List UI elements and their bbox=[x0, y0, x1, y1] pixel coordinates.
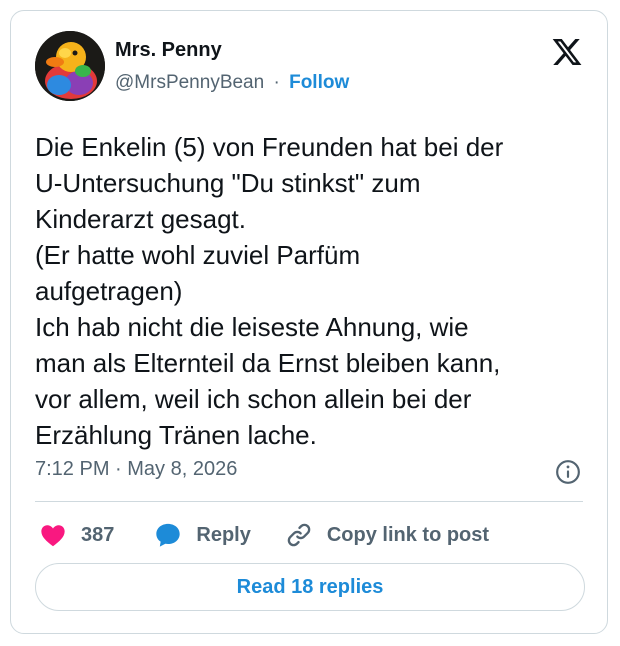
info-icon[interactable] bbox=[555, 459, 581, 485]
tweet-text: Die Enkelin (5) von Freunden hat bei der… bbox=[35, 132, 504, 450]
author-name[interactable]: Mrs. Penny bbox=[115, 39, 222, 62]
like-count: 387 bbox=[81, 523, 115, 546]
action-bar: 387 Reply Copy link to post bbox=[39, 519, 489, 551]
tweet-timestamp[interactable]: 7:12 PM · May 8, 2026 bbox=[35, 458, 237, 481]
author-handle[interactable]: @MrsPennyBean bbox=[115, 72, 264, 93]
separator-dot: · bbox=[273, 72, 280, 93]
handle-row: @MrsPennyBean · Follow bbox=[115, 72, 349, 94]
avatar[interactable] bbox=[35, 31, 105, 101]
follow-button[interactable]: Follow bbox=[289, 72, 349, 93]
x-logo-icon[interactable] bbox=[551, 36, 583, 68]
reply-label: Reply bbox=[196, 523, 251, 546]
reply-button[interactable]: Reply bbox=[154, 521, 251, 549]
copy-link-button[interactable]: Copy link to post bbox=[285, 521, 489, 549]
like-button[interactable]: 387 bbox=[39, 521, 114, 549]
tweet-card: Mrs. Penny @MrsPennyBean · Follow Die En… bbox=[10, 10, 608, 634]
copy-link-label: Copy link to post bbox=[326, 523, 490, 546]
heart-icon bbox=[41, 525, 65, 547]
rubber-duck-avatar-icon bbox=[35, 31, 105, 101]
divider bbox=[35, 501, 583, 502]
link-icon bbox=[287, 523, 311, 547]
read-replies-button[interactable]: Read 18 replies bbox=[35, 563, 585, 611]
speech-bubble-icon bbox=[156, 523, 181, 547]
